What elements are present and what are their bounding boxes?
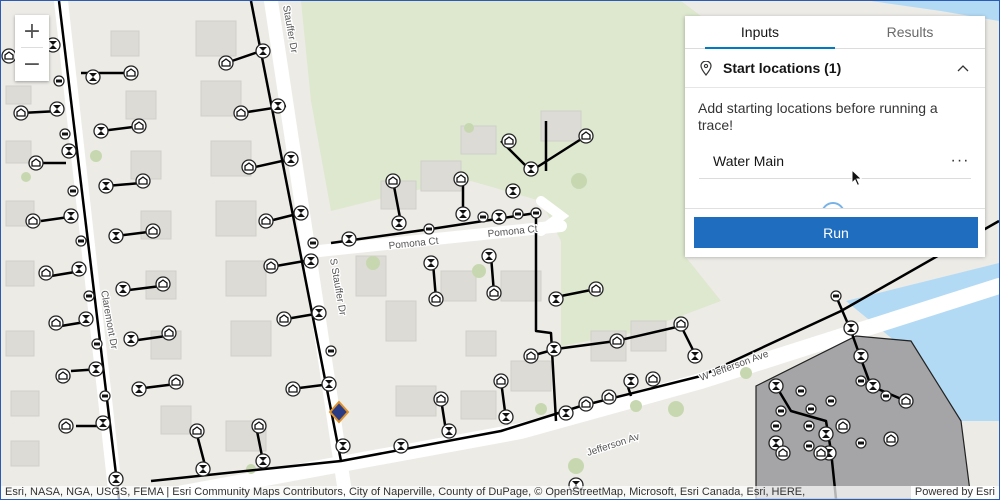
attribution-bar: Esri, NASA, NGA, USGS, FEMA | Esri Commu…	[1, 486, 999, 499]
map-view[interactable]: Pomona Ct Pomona Ct S Stauffer Dr Clarem…	[0, 0, 1000, 500]
trace-panel: Inputs Results Start locations (1) Add s…	[685, 16, 985, 257]
start-locations-header[interactable]: Start locations (1)	[685, 49, 985, 88]
powered-by-esri[interactable]: Powered by Esri	[910, 486, 995, 499]
mouse-cursor-icon	[851, 168, 863, 192]
tab-inputs[interactable]: Inputs	[685, 16, 835, 49]
panel-tabs: Inputs Results	[685, 16, 985, 49]
start-locations-message: Add starting locations before running a …	[698, 100, 938, 133]
run-footer: Run	[685, 208, 985, 257]
map-pin-icon	[697, 60, 715, 76]
tab-results[interactable]: Results	[835, 16, 985, 48]
zoom-in-button[interactable]: +	[15, 15, 49, 47]
more-options-icon[interactable]: ···	[949, 152, 971, 170]
zoom-control: + −	[15, 15, 49, 81]
street-label-pomona-ct-2: Pomona Ct	[487, 224, 538, 240]
street-label-jefferson-av: Jefferson Av	[586, 431, 641, 458]
attribution-credits[interactable]: Esri, NASA, NGA, USGS, FEMA | Esri Commu…	[5, 486, 805, 499]
zoom-out-button[interactable]: −	[15, 48, 49, 80]
run-button[interactable]: Run	[694, 217, 978, 248]
street-label-s-stauffer-dr: S Stauffer Dr	[327, 258, 348, 317]
start-location-name: Water Main	[713, 153, 785, 169]
start-locations-title: Start locations (1)	[723, 60, 842, 76]
chevron-up-icon[interactable]	[957, 61, 973, 75]
start-location-item[interactable]: Water Main ···	[699, 144, 971, 179]
